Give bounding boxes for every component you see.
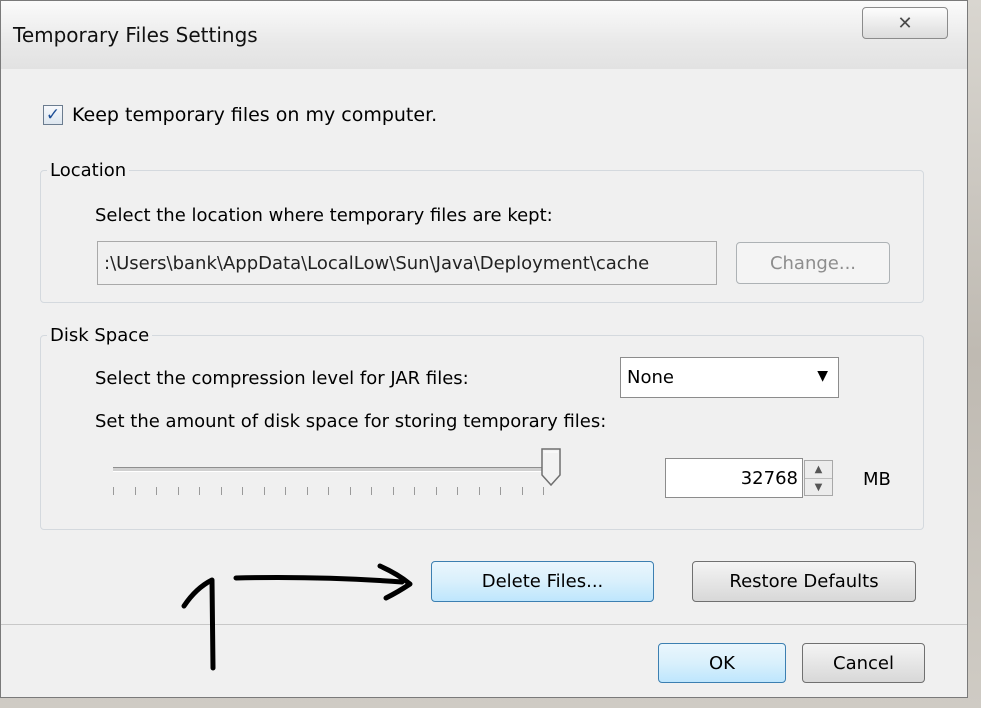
location-legend: Location [50, 160, 127, 181]
keep-files-label[interactable]: Keep temporary files on my computer. [72, 104, 437, 126]
compression-value: None [627, 367, 674, 388]
slider-tick [414, 487, 415, 495]
slider-tick [328, 487, 329, 495]
spin-up-icon[interactable]: ▲ [805, 461, 832, 479]
slider-tick [457, 487, 458, 495]
slider-tick [521, 487, 523, 495]
checkmark-icon: ✓ [45, 104, 61, 125]
restore-defaults-button[interactable]: Restore Defaults [692, 561, 916, 602]
change-button[interactable]: Change... [736, 242, 890, 284]
temporary-files-dialog: Temporary Files Settings ✕ ✓ Keep tempor… [0, 0, 968, 698]
ok-button[interactable]: OK [658, 643, 786, 683]
disk-space-spinner[interactable]: ▲ ▼ [804, 460, 833, 496]
disk-amount-label: Set the amount of disk space for storing… [95, 411, 607, 432]
keep-files-checkbox[interactable]: ✓ [43, 105, 63, 125]
disk-space-unit: MB [863, 469, 891, 490]
slider-tick [220, 487, 222, 495]
slider-tick [543, 487, 544, 495]
disk-space-slider-thumb[interactable] [540, 447, 562, 487]
close-button[interactable]: ✕ [862, 7, 948, 39]
slider-ticks [113, 487, 544, 497]
delete-files-button[interactable]: Delete Files... [431, 561, 654, 602]
slider-tick [349, 487, 351, 495]
cancel-button[interactable]: Cancel [802, 643, 925, 683]
slider-tick [113, 487, 114, 495]
compression-select[interactable]: None ▼ [620, 357, 839, 398]
title-bar: Temporary Files Settings ✕ [1, 1, 967, 69]
slider-tick [371, 487, 372, 495]
keep-files-row[interactable]: ✓ Keep temporary files on my computer. [43, 104, 437, 126]
slider-tick [392, 487, 394, 495]
close-icon: ✕ [897, 12, 913, 34]
disk-space-legend: Disk Space [50, 325, 150, 346]
slider-tick [478, 487, 480, 495]
slider-tick [134, 487, 136, 495]
slider-tick [242, 487, 243, 495]
slider-tick [500, 487, 501, 495]
slider-tick [199, 487, 200, 495]
compression-label: Select the compression level for JAR fil… [95, 368, 469, 389]
slider-tick [263, 487, 265, 495]
spin-down-icon[interactable]: ▼ [805, 479, 832, 496]
location-description: Select the location where temporary file… [95, 205, 553, 226]
disk-space-input[interactable]: 32768 [665, 458, 803, 498]
slider-tick [435, 487, 437, 495]
disk-space-slider-track[interactable] [113, 467, 553, 472]
slider-tick [177, 487, 179, 495]
slider-tick [306, 487, 308, 495]
cache-path-field[interactable]: :\Users\bank\AppData\LocalLow\Sun\Java\D… [97, 241, 717, 285]
slider-tick [156, 487, 157, 495]
chevron-down-icon: ▼ [817, 368, 828, 384]
slider-tick [285, 487, 286, 495]
dialog-title: Temporary Files Settings [13, 23, 258, 47]
